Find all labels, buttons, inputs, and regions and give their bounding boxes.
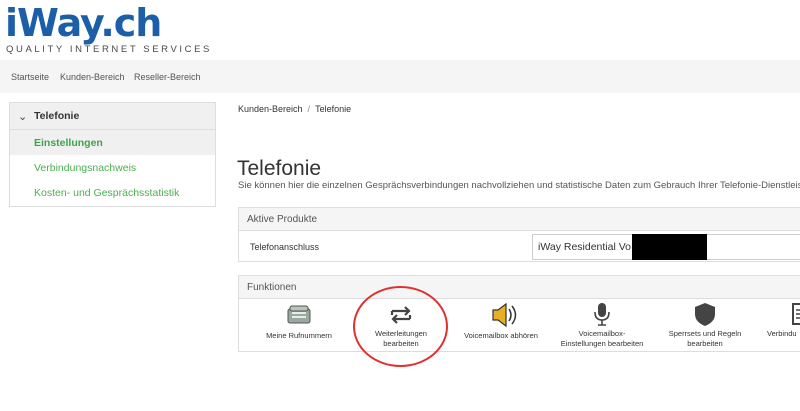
nav-kunden-bereich[interactable]: Kunden-Bereich xyxy=(60,72,125,82)
telefonanschluss-label: Telefonanschluss xyxy=(250,242,320,252)
breadcrumb-current: Telefonie xyxy=(315,104,352,114)
page-title: Telefonie xyxy=(237,157,322,181)
phone-icon xyxy=(257,300,341,330)
function-label: Voicemailbox- xyxy=(578,329,626,338)
nav-startseite[interactable]: Startseite xyxy=(11,72,49,82)
sidebar: ⌄ Telefonie Einstellungen Verbindungsnac… xyxy=(9,102,216,207)
redaction-bar xyxy=(632,234,707,260)
product-name: iWay Residential VoIP xyxy=(538,241,641,253)
breadcrumb: Kunden-Bereich / Telefonie xyxy=(238,104,351,114)
sidebar-item-statistik[interactable]: Kosten- und Gesprächsstatistik xyxy=(10,180,215,205)
top-navigation: Startseite Kunden-Bereich Reseller-Berei… xyxy=(0,60,800,93)
function-voicemailbox-abhoeren[interactable]: Voicemailbox abhören xyxy=(459,300,543,348)
function-sperrsets[interactable]: Sperrsets und Regeln bearbeiten xyxy=(663,300,747,348)
page-description: Sie können hier die einzelnen Gesprächsv… xyxy=(238,180,800,191)
highlight-circle xyxy=(353,286,448,367)
functions-panel: Funktionen Meine Rufnummern Weiterleitun… xyxy=(238,275,800,352)
sidebar-item-label: Einstellungen xyxy=(34,137,103,149)
breadcrumb-separator: / xyxy=(307,104,311,114)
chevron-down-icon: ⌄ xyxy=(18,111,28,123)
function-meine-rufnummern[interactable]: Meine Rufnummern xyxy=(257,300,341,348)
sidebar-title: Telefonie xyxy=(34,110,80,122)
telefonanschluss-value[interactable]: iWay Residential VoIP xyxy=(532,234,800,260)
function-label: Sperrsets und Regeln xyxy=(668,329,742,338)
function-label: Meine Rufnummern xyxy=(266,331,332,340)
logo-text: iWay.ch xyxy=(5,1,162,45)
microphone-icon xyxy=(560,300,644,330)
logo-tagline: QUALITY INTERNET SERVICES xyxy=(6,44,212,55)
function-label: Einstellungen bearbeiten xyxy=(560,339,644,348)
functions-header: Funktionen xyxy=(239,276,800,299)
functions-title: Funktionen xyxy=(247,282,297,293)
active-products-panel: Aktive Produkte Telefonanschluss iWay Re… xyxy=(238,207,800,262)
function-label: Voicemailbox abhören xyxy=(464,331,538,340)
sidebar-item-label: Kosten- und Gesprächsstatistik xyxy=(34,187,180,199)
sidebar-item-verbindungsnachweis[interactable]: Verbindungsnachweis xyxy=(10,155,215,180)
sidebar-item-einstellungen[interactable]: Einstellungen xyxy=(10,130,215,155)
active-products-header: Aktive Produkte xyxy=(239,208,800,231)
nav-reseller-bereich[interactable]: Reseller-Bereich xyxy=(134,72,201,82)
document-icon xyxy=(763,300,800,330)
sidebar-header-telefonie[interactable]: ⌄ Telefonie xyxy=(10,103,215,130)
active-products-title: Aktive Produkte xyxy=(247,214,318,225)
breadcrumb-kunden-bereich[interactable]: Kunden-Bereich xyxy=(238,104,303,114)
function-verbindungsnachweis[interactable]: Verbindu xyxy=(763,300,800,348)
function-label: bearbeiten xyxy=(687,339,723,348)
speaker-icon xyxy=(459,300,543,330)
function-label: Verbindu xyxy=(767,329,797,338)
shield-icon xyxy=(663,300,747,330)
logo[interactable]: iWay.ch xyxy=(5,1,162,45)
sidebar-item-label: Verbindungsnachweis xyxy=(34,162,137,174)
function-voicemailbox-einstellungen[interactable]: Voicemailbox- Einstellungen bearbeiten xyxy=(560,300,644,348)
